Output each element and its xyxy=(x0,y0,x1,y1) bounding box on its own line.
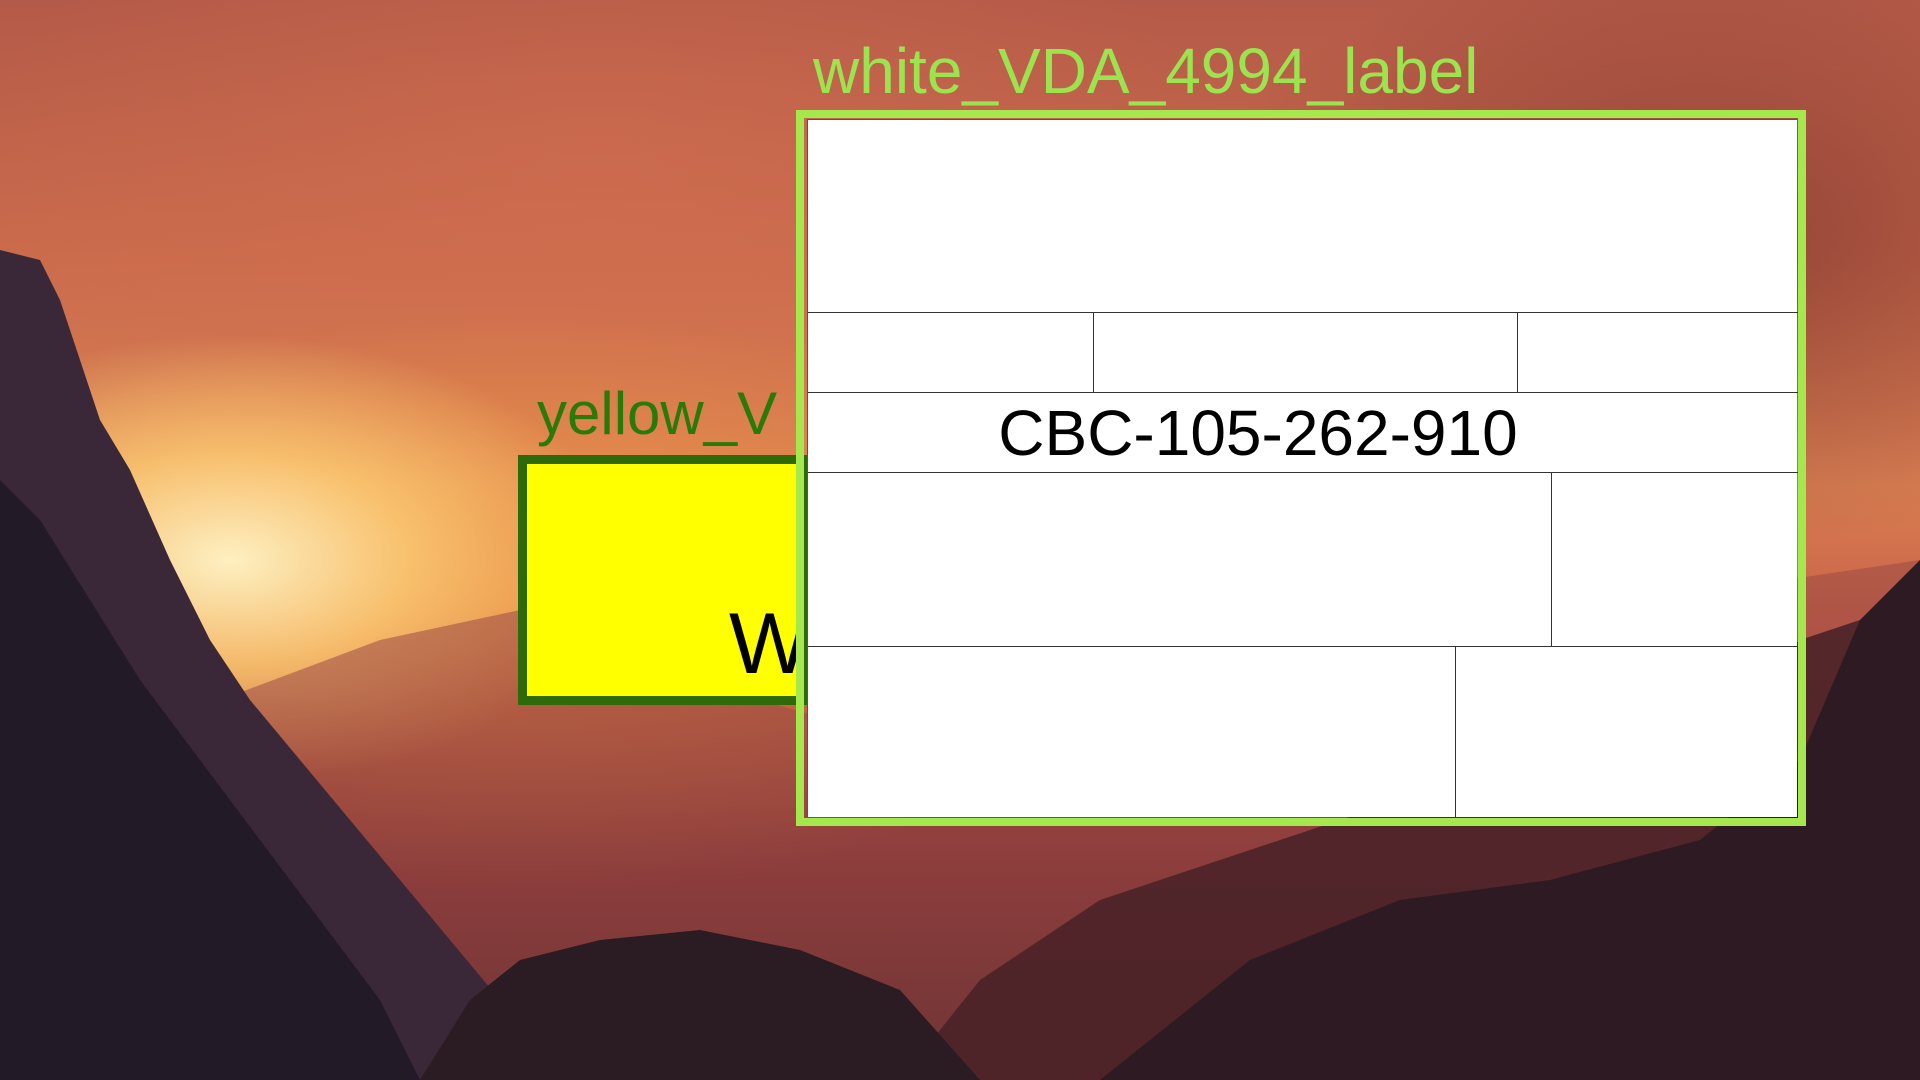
white-label-title: white_VDA_4994_label xyxy=(813,35,1479,107)
label-grid-line xyxy=(808,646,1798,647)
yellow-label-title: yellow_V xyxy=(537,380,778,447)
label-grid-line xyxy=(808,392,1798,393)
label-grid-line xyxy=(1093,312,1094,392)
label-grid-line xyxy=(1455,646,1456,818)
serial-number: CBC-105-262-910 xyxy=(998,397,1518,469)
label-grid-line xyxy=(1551,472,1552,646)
label-grid-line xyxy=(1517,312,1518,392)
label-grid-line xyxy=(808,312,1798,313)
yellow-label[interactable]: W xyxy=(518,455,808,705)
white-label[interactable]: CBC-105-262-910 xyxy=(807,119,1798,818)
label-grid-line xyxy=(808,472,1798,473)
